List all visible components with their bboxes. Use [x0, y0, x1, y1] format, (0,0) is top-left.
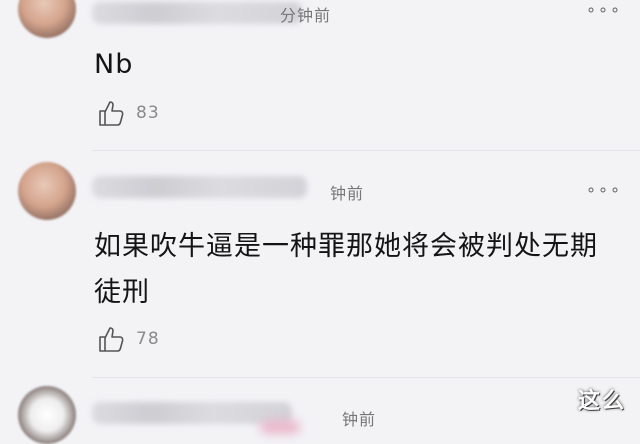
comment-text: 如果吹牛逼是一种罪那她将会被判处无期徒刑	[94, 231, 598, 308]
more-options-icon[interactable]: ∘∘∘	[586, 180, 622, 199]
username-blurred[interactable]	[92, 2, 302, 24]
avatar[interactable]	[18, 0, 76, 38]
comment-text: Nb	[94, 49, 134, 80]
comment-time: 分钟前	[280, 6, 332, 25]
comment-item: 钟前	[0, 380, 640, 444]
username-blurred[interactable]	[92, 176, 307, 198]
divider	[92, 150, 640, 151]
thumbs-up-icon	[99, 327, 124, 352]
like-count: 83	[136, 103, 160, 123]
comment-time: 钟前	[342, 410, 377, 429]
like-button[interactable]: 83	[96, 98, 160, 128]
like-button[interactable]: 78	[96, 324, 160, 354]
decorative-blur	[260, 420, 300, 434]
like-count: 78	[136, 329, 160, 349]
avatar[interactable]	[18, 386, 76, 444]
comment-time: 钟前	[330, 184, 365, 203]
more-options-icon[interactable]: ∘∘∘	[586, 0, 622, 19]
watermark: 这么	[577, 389, 626, 414]
comment-item: 钟前 ∘∘∘ 如果吹牛逼是一种罪那她将会被判处无期徒刑 78	[0, 152, 640, 377]
comment-item: 分钟前 ∘∘∘ Nb 83	[0, 0, 640, 150]
divider	[92, 377, 640, 378]
thumbs-up-icon	[99, 101, 124, 126]
avatar[interactable]	[18, 162, 76, 220]
